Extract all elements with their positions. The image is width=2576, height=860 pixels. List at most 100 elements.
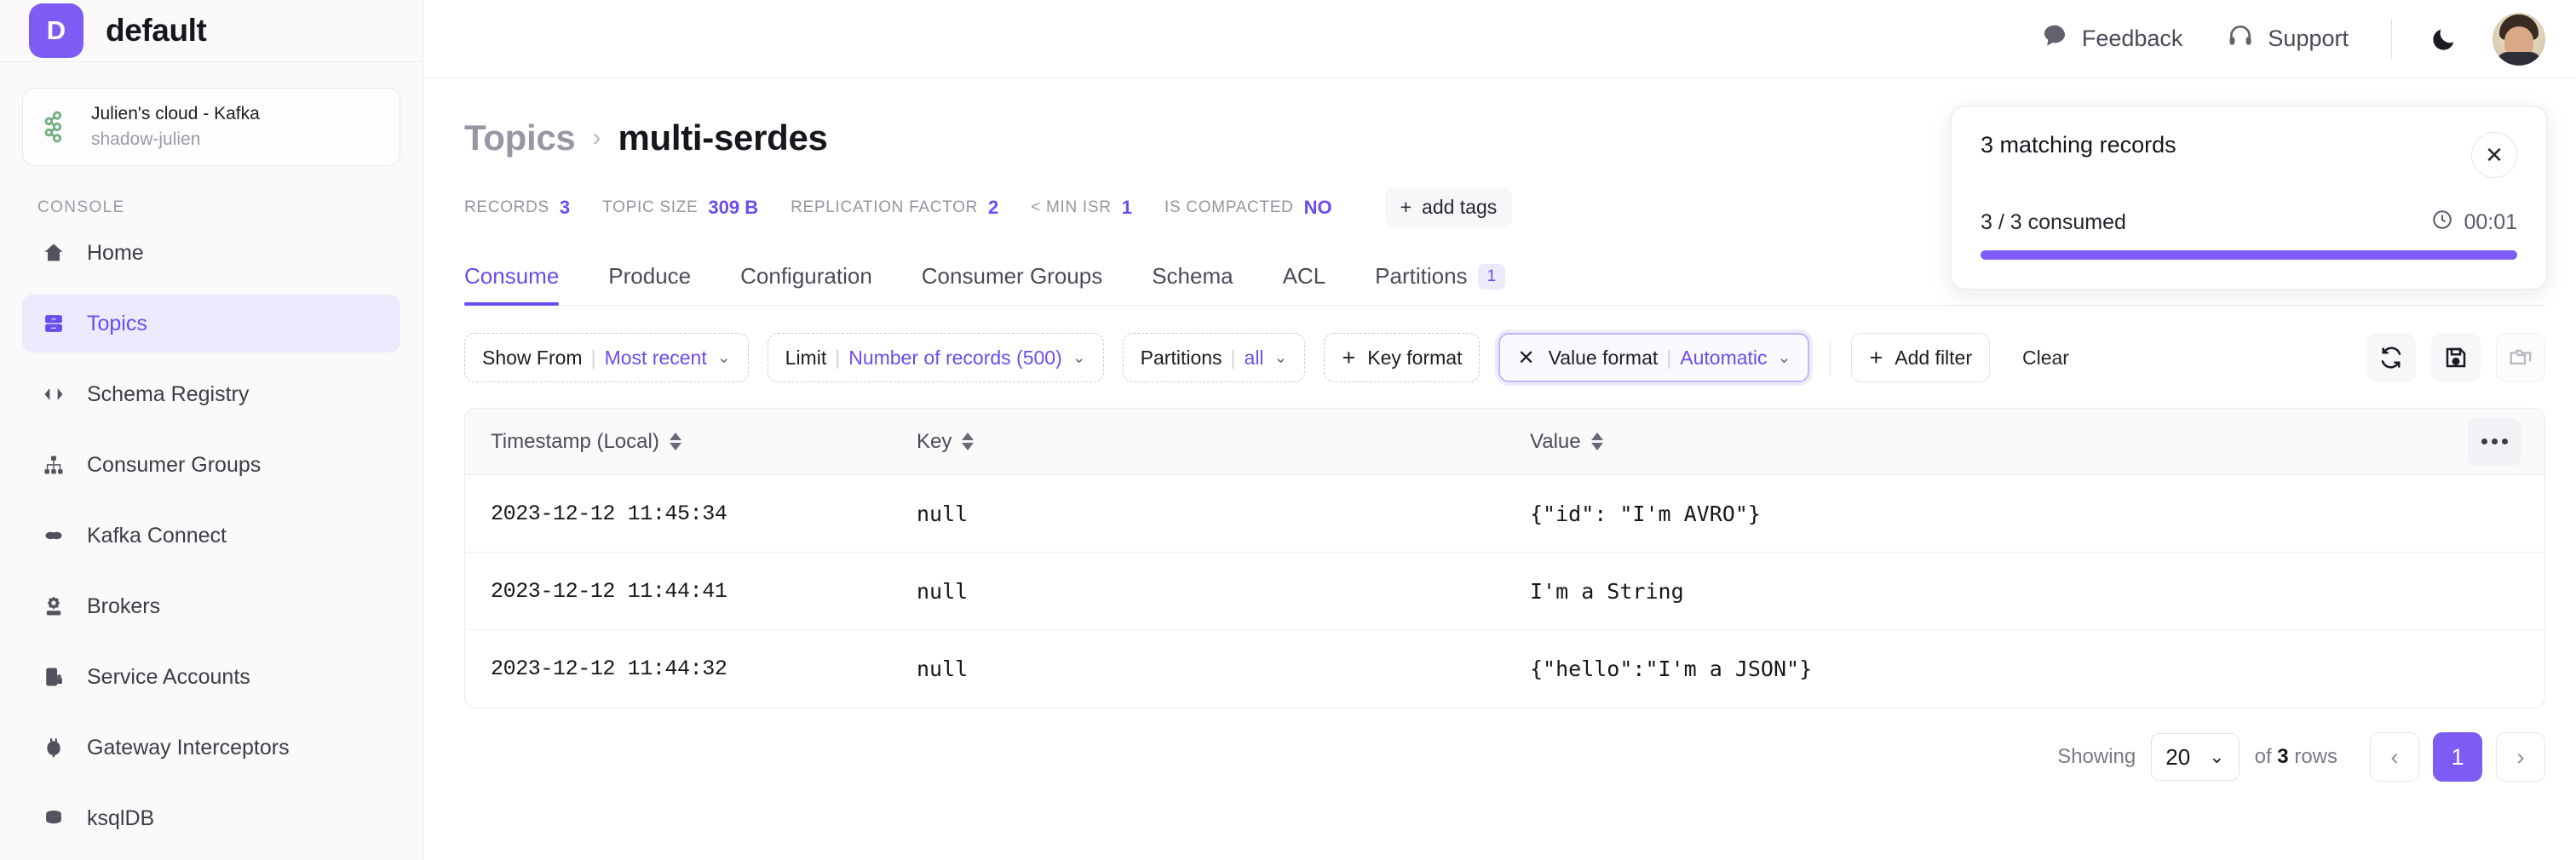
avatar[interactable]	[2493, 12, 2545, 66]
plus-icon: +	[1869, 344, 1883, 370]
table-row[interactable]: 2023-12-12 11:44:32 null {"hello":"I'm a…	[465, 630, 2544, 708]
rows-text: rows	[2294, 745, 2337, 768]
sidebar-section-label: CONSOLE	[37, 198, 125, 216]
stat-label: REPLICATION FACTOR	[791, 198, 978, 216]
plus-icon: +	[1400, 196, 1412, 218]
page-title: multi-serdes	[618, 118, 828, 158]
cluster-subtitle: shadow-julien	[91, 129, 201, 149]
tab-configuration[interactable]: Configuration	[740, 263, 872, 305]
tab-acl[interactable]: ACL	[1283, 263, 1326, 305]
prev-page-button[interactable]: ‹	[2370, 732, 2419, 782]
column-header-timestamp[interactable]: Timestamp (Local)	[491, 430, 917, 454]
chat-bubble-icon	[2041, 22, 2068, 55]
showing-label: Showing	[2057, 745, 2136, 768]
chevron-down-icon: ⌄	[716, 348, 731, 367]
sidebar-item-kafka-connect[interactable]: Kafka Connect	[22, 507, 400, 565]
limit-filter[interactable]: Limit | Number of records (500) ⌄	[767, 333, 1104, 382]
support-button[interactable]: Support	[2227, 22, 2349, 55]
sidebar-item-consumer-groups[interactable]: Consumer Groups	[22, 436, 400, 494]
chevron-left-icon: ‹	[2390, 743, 2399, 770]
show-from-filter[interactable]: Show From | Most recent ⌄	[464, 333, 749, 382]
sidebar-item-brokers[interactable]: Brokers	[22, 577, 400, 635]
progress-bar-fill	[1981, 250, 2517, 260]
cluster-name: Julien's cloud - Kafka	[91, 104, 260, 124]
sidebar-item-topics[interactable]: Topics	[22, 295, 400, 353]
topbar-divider	[2391, 18, 2392, 60]
cluster-selector[interactable]: Julien's cloud - Kafka shadow-julien	[22, 88, 400, 166]
tab-label: Configuration	[740, 263, 872, 289]
support-label: Support	[2268, 26, 2349, 51]
next-page-button[interactable]: ›	[2496, 732, 2545, 782]
tab-label: ACL	[1282, 263, 1326, 289]
tab-consume[interactable]: Consume	[464, 263, 560, 306]
brand-row[interactable]: D default	[0, 0, 423, 62]
chip-separator: |	[835, 346, 841, 369]
feedback-button[interactable]: Feedback	[2041, 22, 2182, 55]
value-format-label: Value format	[1548, 346, 1659, 369]
tab-label: Consume	[464, 263, 560, 289]
tab-label: Partitions	[1375, 263, 1468, 289]
more-options-icon[interactable]	[2468, 417, 2521, 466]
sidebar-item-label: Consumer Groups	[87, 452, 262, 477]
sidebar-item-gateway-interceptors[interactable]: Gateway Interceptors	[22, 719, 400, 777]
page-1-button[interactable]: 1	[2433, 732, 2482, 782]
stat-value: 3	[559, 196, 571, 218]
code-brackets-icon	[41, 381, 66, 407]
progress-bar	[1981, 250, 2517, 260]
breadcrumb-topics-link[interactable]: Topics	[464, 118, 576, 158]
key-format-filter[interactable]: + Key format	[1324, 333, 1481, 382]
sidebar-item-label: Topics	[87, 311, 147, 335]
tab-consumer-groups[interactable]: Consumer Groups	[922, 263, 1102, 305]
stat-topic-size: TOPIC SIZE 309 B	[602, 197, 758, 219]
app-root: D default Julien's cloud - Kafka shadow-…	[0, 0, 2576, 860]
of-label: of 3 rows	[2255, 745, 2337, 769]
sort-icon[interactable]	[1590, 433, 1603, 450]
stat-label: IS COMPACTED	[1164, 198, 1294, 216]
table-row[interactable]: 2023-12-12 11:45:34 null {"id": "I'm AVR…	[465, 475, 2544, 553]
topics-icon	[41, 311, 66, 336]
sidebar-item-schema-registry[interactable]: Schema Registry	[22, 365, 400, 423]
page-size-select[interactable]: 20 ⌄	[2151, 733, 2240, 781]
sidebar-item-service-accounts[interactable]: Service Accounts	[22, 648, 400, 706]
show-from-value: Most recent	[604, 346, 707, 369]
value-format-filter[interactable]: ✕ Value format | Automatic ⌄	[1498, 333, 1810, 382]
close-icon[interactable]: ✕	[1517, 346, 1534, 370]
tab-partitions[interactable]: Partitions 1	[1375, 263, 1506, 305]
clock-icon	[2431, 209, 2453, 237]
table-row[interactable]: 2023-12-12 11:44:41 null I'm a String	[465, 553, 2544, 630]
consumed-count: 3 / 3 consumed	[1981, 210, 2126, 234]
partitions-filter[interactable]: Partitions | all ⌄	[1122, 333, 1306, 382]
moon-icon[interactable]	[2429, 25, 2458, 54]
cell-key: null	[917, 656, 969, 681]
chevron-down-icon: ⌄	[1777, 348, 1791, 367]
sidebar-item-label: Service Accounts	[87, 664, 250, 689]
stat-records: RECORDS 3	[464, 197, 570, 219]
sort-icon[interactable]	[962, 433, 975, 450]
cell-value: {"id": "I'm AVRO"}	[1530, 501, 1761, 526]
sidebar-item-label: Gateway Interceptors	[87, 735, 290, 760]
close-icon[interactable]: ✕	[2471, 132, 2517, 178]
value-format-value: Automatic	[1680, 346, 1768, 369]
workspace-avatar: D	[29, 3, 83, 58]
folders-icon[interactable]	[2496, 333, 2545, 382]
sidebar-item-ksqldb[interactable]: ksqlDB	[22, 789, 400, 847]
column-header-value[interactable]: Value	[1530, 430, 2468, 454]
tab-schema[interactable]: Schema	[1152, 263, 1233, 305]
chevron-down-icon: ⌄	[1072, 348, 1086, 367]
add-filter-button[interactable]: + Add filter	[1851, 333, 1990, 382]
clear-filters-button[interactable]: Clear	[2009, 347, 2083, 370]
chevron-down-icon: ⌄	[2209, 746, 2225, 767]
plus-icon: +	[1342, 344, 1356, 370]
sidebar-item-home[interactable]: Home	[22, 224, 400, 282]
add-tags-button[interactable]: + add tags	[1384, 187, 1513, 227]
sort-icon[interactable]	[669, 433, 681, 450]
filter-bar: Show From | Most recent ⌄ Limit | Number…	[464, 333, 2545, 382]
timer-value: 00:01	[2464, 210, 2517, 234]
tab-produce[interactable]: Produce	[608, 263, 691, 305]
column-header-key[interactable]: Key	[917, 430, 1530, 454]
of-text: of	[2254, 745, 2272, 768]
tab-label: Consumer Groups	[921, 263, 1103, 289]
save-icon[interactable]	[2431, 333, 2481, 382]
refresh-icon[interactable]	[2366, 333, 2416, 382]
cell-timestamp: 2023-12-12 11:44:32	[491, 656, 727, 681]
